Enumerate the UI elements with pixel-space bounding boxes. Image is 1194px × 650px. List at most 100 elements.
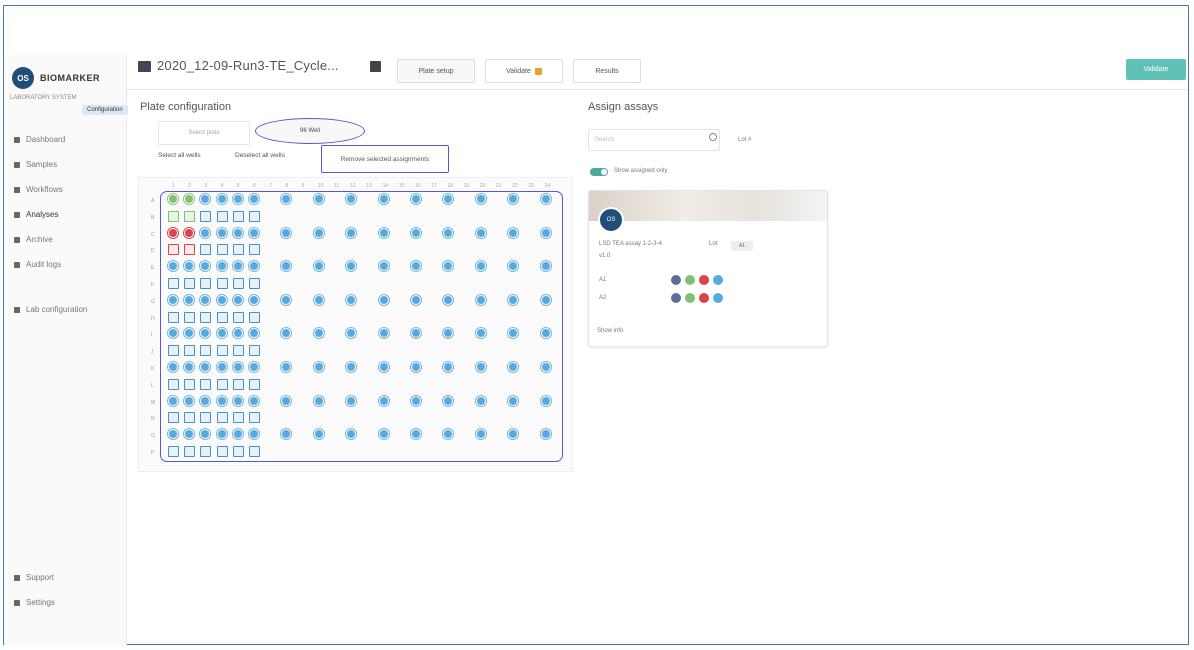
logo-text: BIOMARKER — [40, 73, 100, 83]
lot-filter[interactable]: Lot # — [738, 137, 751, 143]
assay-subtitle: v1.0 — [599, 253, 611, 259]
assay-color-dot — [685, 293, 695, 303]
top-bar: 2020_12-09-Run3-TE_Cycle... Plate setup … — [127, 55, 1188, 90]
validate-button[interactable]: Validate — [1126, 59, 1186, 80]
assay-title-tag: Lot — [709, 241, 718, 247]
edit-title-icon[interactable] — [370, 61, 381, 72]
tab-plate-setup[interactable]: Plate setup — [397, 59, 475, 83]
sidebar-item-label: Samples — [26, 160, 58, 169]
sidebar-item-dashboard[interactable]: Dashboard — [4, 127, 126, 152]
tab-validate[interactable]: Validate — [485, 59, 563, 83]
column-label: 20 — [479, 183, 486, 189]
tab-label: Plate setup — [418, 67, 454, 75]
sidebar-item-samples[interactable]: Samples — [4, 152, 126, 177]
tab-label: Results — [595, 67, 619, 75]
remove-assignments-button[interactable]: Remove selected assignments — [321, 145, 449, 173]
column-label: 13 — [366, 183, 372, 189]
row-label: D — [151, 248, 155, 255]
app-logo[interactable]: OS BIOMARKER — [12, 67, 100, 89]
deselect-all-wells-button[interactable]: Deselect all wells — [235, 152, 285, 159]
row-label: J — [151, 349, 154, 356]
assay-pill: A1 — [731, 241, 753, 251]
row-label: E — [151, 265, 155, 272]
row-label: N — [151, 416, 155, 423]
column-label: 8 — [285, 183, 289, 189]
row-label: F — [151, 282, 155, 288]
plate-config-heading: Plate configuration — [140, 101, 232, 113]
audit-icon — [14, 261, 20, 268]
show-info-link[interactable]: Show info — [597, 328, 623, 334]
tab-label: Validate — [506, 67, 531, 75]
column-label: 14 — [382, 183, 389, 189]
sidebar-item-label: Audit logs — [26, 260, 62, 269]
sidebar-item-label: Workflows — [26, 185, 63, 194]
settings-icon — [14, 599, 20, 606]
tab-results[interactable]: Results — [573, 59, 641, 83]
sidebar-bottom-nav: Support Settings — [4, 565, 126, 615]
column-label: 1 — [172, 183, 175, 189]
assay-search-input[interactable]: Search — [588, 129, 720, 151]
show-assigned-toggle[interactable] — [590, 168, 608, 176]
row-label: I — [151, 332, 153, 339]
sidebar-item-workflows[interactable]: Workflows — [4, 177, 126, 202]
warning-icon — [534, 67, 542, 75]
column-label: 2 — [188, 183, 191, 189]
column-label: 21 — [496, 183, 502, 189]
sidebar-item-label: Support — [26, 573, 55, 582]
assay-color-dot — [699, 275, 709, 285]
column-label: 7 — [269, 183, 272, 189]
sidebar-item-analyses[interactable]: Analyses — [4, 202, 126, 227]
org-badge[interactable]: Configuration — [82, 105, 128, 115]
sidebar-item-label: Lab configuration — [26, 305, 88, 314]
row-label: G — [151, 298, 155, 305]
assay-row-label: A1 — [599, 277, 607, 283]
column-label: 24 — [544, 183, 551, 189]
document-icon — [138, 61, 151, 72]
sidebar-item-archive[interactable]: Archive — [4, 227, 126, 252]
assay-row-label: A2 — [599, 295, 607, 301]
sidebar-item-label: Analyses — [26, 210, 59, 219]
row-label: O — [151, 433, 155, 440]
assay-color-dot — [699, 293, 709, 303]
lab-config-icon — [14, 306, 20, 313]
assay-color-dot — [713, 293, 723, 303]
row-label: M — [151, 399, 156, 406]
column-label: 9 — [301, 183, 305, 189]
column-label: 15 — [398, 183, 405, 189]
plate-size-select[interactable]: 96 Well — [255, 118, 365, 144]
sidebar: OS BIOMARKER LABORATORY SYSTEM Configura… — [4, 55, 128, 645]
assay-card-image — [589, 191, 827, 221]
sidebar-item-label: Dashboard — [26, 135, 66, 144]
toggle-label: Show assigned only — [614, 168, 668, 174]
search-icon — [709, 133, 717, 141]
assay-color-dot — [713, 275, 723, 285]
column-label: 17 — [431, 183, 437, 189]
logo-mark: OS — [12, 67, 34, 89]
select-all-wells-button[interactable]: Select all wells — [158, 152, 201, 159]
column-label: 11 — [334, 183, 340, 189]
sidebar-item-audit[interactable]: Audit logs — [4, 252, 126, 277]
plate-select[interactable]: Select plate — [158, 121, 250, 145]
column-label: 10 — [317, 183, 324, 189]
sidebar-item-label: Settings — [26, 598, 55, 607]
column-label: 16 — [415, 183, 421, 189]
row-label: B — [151, 214, 155, 221]
column-label: 22 — [512, 183, 518, 189]
sidebar-nav: Dashboard Samples Workflows Analyses Arc… — [4, 127, 126, 322]
column-label: 19 — [463, 183, 470, 189]
sidebar-item-lab-config[interactable]: Lab configuration — [4, 297, 126, 322]
row-label: C — [151, 231, 155, 238]
column-label: 12 — [350, 183, 356, 189]
page-title: 2020_12-09-Run3-TE_Cycle... — [157, 58, 339, 73]
row-label: K — [151, 366, 155, 372]
column-label: 4 — [220, 183, 224, 189]
sidebar-item-settings[interactable]: Settings — [4, 590, 126, 615]
row-label: L — [151, 382, 154, 389]
assign-assays-heading: Assign assays — [588, 101, 659, 113]
row-label: A — [151, 198, 155, 204]
sidebar-item-support[interactable]: Support — [4, 565, 126, 590]
column-label: 3 — [204, 183, 208, 189]
sidebar-item-label: Archive — [26, 235, 53, 244]
assay-title: LSD TEA assay 1-2-3-4 — [599, 241, 662, 247]
assay-card[interactable]: OS LSD TEA assay 1-2-3-4 Lot A1 v1.0 A1 … — [588, 190, 828, 347]
